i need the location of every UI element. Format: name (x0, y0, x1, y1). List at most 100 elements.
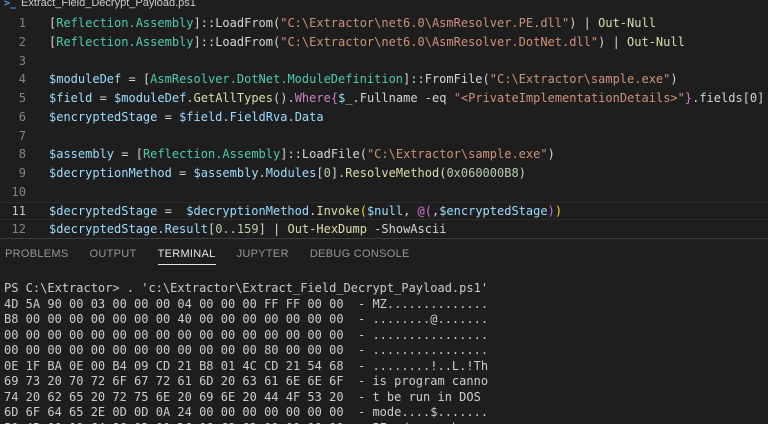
code-line[interactable]: 2 [Reflection.Assembly]::LoadFrom("C:\Ext… (0, 33, 768, 52)
panel-tab-debug-console[interactable]: DEBUG CONSOLE (310, 239, 410, 269)
code-token: $moduleDef (49, 72, 122, 87)
code-token: $assembly (49, 147, 115, 162)
code-token: ) (547, 203, 555, 218)
code-token: -eq (424, 91, 447, 105)
hexdump-row: 0E 1F BA 0E 00 B4 09 CD 21 B8 01 4C CD 2… (4, 358, 489, 373)
code-token: $field (179, 109, 223, 124)
code-token: "C:\Extractor\sample.exe" (489, 72, 671, 87)
code-line[interactable]: 6 $encryptedStage = $field.FieldRva.Data (0, 108, 768, 127)
code-token: Modules (265, 166, 317, 180)
code-token: -ShowAscii (366, 222, 447, 237)
code-token: ) | (598, 34, 628, 49)
hexdump-row: 6D 6F 64 65 2E 0D 0D 0A 24 00 00 00 00 0… (4, 405, 489, 419)
code-token: Where (294, 91, 331, 105)
code-token: { (330, 91, 339, 105)
code-token: = (157, 109, 180, 124)
hexdump-row: 74 20 62 65 20 72 75 6E 20 69 6E 20 44 4… (4, 389, 489, 404)
line-number: 7 (18, 128, 26, 143)
code-token: ]. (330, 166, 346, 180)
code-token: ) (518, 166, 526, 180)
code-token: $encryptedStage (439, 203, 548, 218)
code-text: [Reflection.Assembly]::LoadFrom("C:\Extr… (49, 14, 656, 33)
code-token: . (258, 166, 266, 180)
line-number: 12 (11, 222, 26, 237)
code-text: $moduleDef = [AsmResolver.DotNet.ModuleD… (49, 70, 678, 89)
code-token: LoadFrom (215, 16, 273, 30)
code-token: . (222, 109, 230, 124)
code-token: $decryptedStage (49, 203, 158, 218)
code-token: 0x060000B8 (446, 166, 519, 180)
code-token: ]:: (193, 34, 216, 49)
code-token: $field (49, 91, 93, 105)
code-token: Reflection.Assembly (56, 16, 194, 30)
hexdump-row: B8 00 00 00 00 00 00 00 40 00 00 00 00 0… (4, 312, 489, 326)
panel-tab-output[interactable]: OUTPUT (90, 239, 137, 269)
code-token: ) (670, 72, 678, 87)
terminal-prompt: PS C:\Extractor> . 'c:\Extractor\Extract… (4, 281, 489, 295)
hexdump-row: 50 45 00 00 64 86 02 00 DC 06 C8 62 00 0… (4, 421, 768, 424)
code-token: AsmResolver.DotNet.ModuleDefinition (150, 72, 404, 87)
code-token: ] | (258, 222, 288, 237)
hexdump-row: 4D 5A 90 00 03 00 00 00 04 00 00 00 FF F… (4, 296, 489, 311)
line-number: 1 (18, 16, 26, 30)
code-token: .fields[0] (692, 91, 765, 105)
editor-tab-label: Extract_Field_Decrypt_Payload.ps1 (21, 0, 196, 9)
code-token: LoadFrom (215, 34, 273, 49)
code-line[interactable]: 9 $decryptionMethod = $assembly.Modules[0… (0, 164, 768, 183)
code-line[interactable]: 7 (0, 127, 768, 146)
code-token: $decryptedStage (49, 222, 158, 237)
code-token: Out-Null (598, 16, 656, 30)
line-number: 2 (18, 34, 26, 49)
panel-tab-bar: PROBLEMS OUTPUT TERMINAL JUPYTER DEBUG CONSO… (0, 239, 768, 269)
code-token: = (157, 203, 187, 218)
code-line[interactable]: 10 (0, 183, 768, 202)
code-line[interactable]: 4 $moduleDef = [AsmResolver.DotNet.Module… (0, 70, 768, 89)
code-token: $null (366, 203, 404, 218)
line-number: 3 (18, 53, 26, 68)
editor-tab[interactable]: >_ Extract_Field_Decrypt_Payload.ps1 (4, 0, 196, 9)
code-line[interactable]: 3 (0, 52, 768, 71)
code-token: [ (135, 147, 143, 162)
line-number: 4 (18, 72, 26, 87)
code-text: $assembly = [Reflection.Assembly]::LoadF… (49, 145, 555, 164)
code-line[interactable]: 8 $assembly = [Reflection.Assembly]::Load… (0, 145, 768, 164)
code-token: $decryptionMethod (49, 166, 172, 180)
code-token: FieldRva (229, 109, 288, 124)
code-token: $_ (338, 91, 353, 105)
code-line[interactable]: 1 [Reflection.Assembly]::LoadFrom("C:\Ext… (0, 14, 768, 33)
code-token: $assembly (193, 166, 259, 180)
code-token: ( (359, 147, 367, 162)
line-number: 8 (18, 147, 26, 162)
code-text: $decryptedStage = $decryptionMethod.Invo… (49, 203, 562, 220)
panel-tab-problems[interactable]: PROBLEMS (5, 239, 69, 269)
panel-tab-terminal[interactable]: TERMINAL (157, 239, 216, 269)
code-token: LoadFile (301, 147, 360, 162)
code-token: ( (482, 72, 490, 87)
code-token: . (186, 91, 194, 105)
code-token: = (92, 91, 115, 105)
code-token: Reflection.Assembly (56, 34, 194, 49)
code-token: 0..159 (215, 222, 259, 237)
code-token: Out-HexDump (287, 222, 367, 237)
hexdump-row: 00 00 00 00 00 00 00 00 00 00 00 00 00 0… (4, 327, 489, 342)
code-token: .Fullname (352, 91, 425, 105)
code-text: $field = $moduleDef.GetAllTypes().Where{… (49, 89, 764, 108)
code-token: 0 (323, 166, 331, 180)
terminal-output[interactable]: PS C:\Extractor> . 'c:\Extractor\Extract… (4, 281, 768, 424)
code-token: "C:\Extractor\net6.0\AsmResolver.PE.dll" (280, 16, 570, 30)
code-line[interactable]: 12 $decryptedStage.Result[0..159] | Out-H… (0, 220, 768, 238)
code-token: ]:: (403, 72, 425, 87)
code-token: Data (294, 109, 324, 124)
code-token: . (157, 222, 165, 237)
code-token: . (287, 109, 295, 124)
code-token: $decryptionMethod (186, 203, 310, 218)
code-line[interactable]: 11 $decryptedStage = $decryptionMethod.In… (0, 201, 768, 221)
code-token: , (403, 203, 418, 218)
hexdump-row: 00 00 00 00 00 00 00 00 00 00 00 00 80 0… (4, 343, 489, 357)
code-line[interactable]: 5 $field = $moduleDef.GetAllTypes().Where… (0, 89, 768, 108)
code-editor[interactable]: 1 [Reflection.Assembly]::LoadFrom("C:\Ext… (0, 14, 768, 238)
panel-tab-jupyter[interactable]: JUPYTER (237, 239, 289, 269)
hexdump-row: 69 73 20 70 72 6F 67 72 61 6D 20 63 61 6… (4, 374, 489, 388)
line-number: 10 (11, 184, 26, 199)
